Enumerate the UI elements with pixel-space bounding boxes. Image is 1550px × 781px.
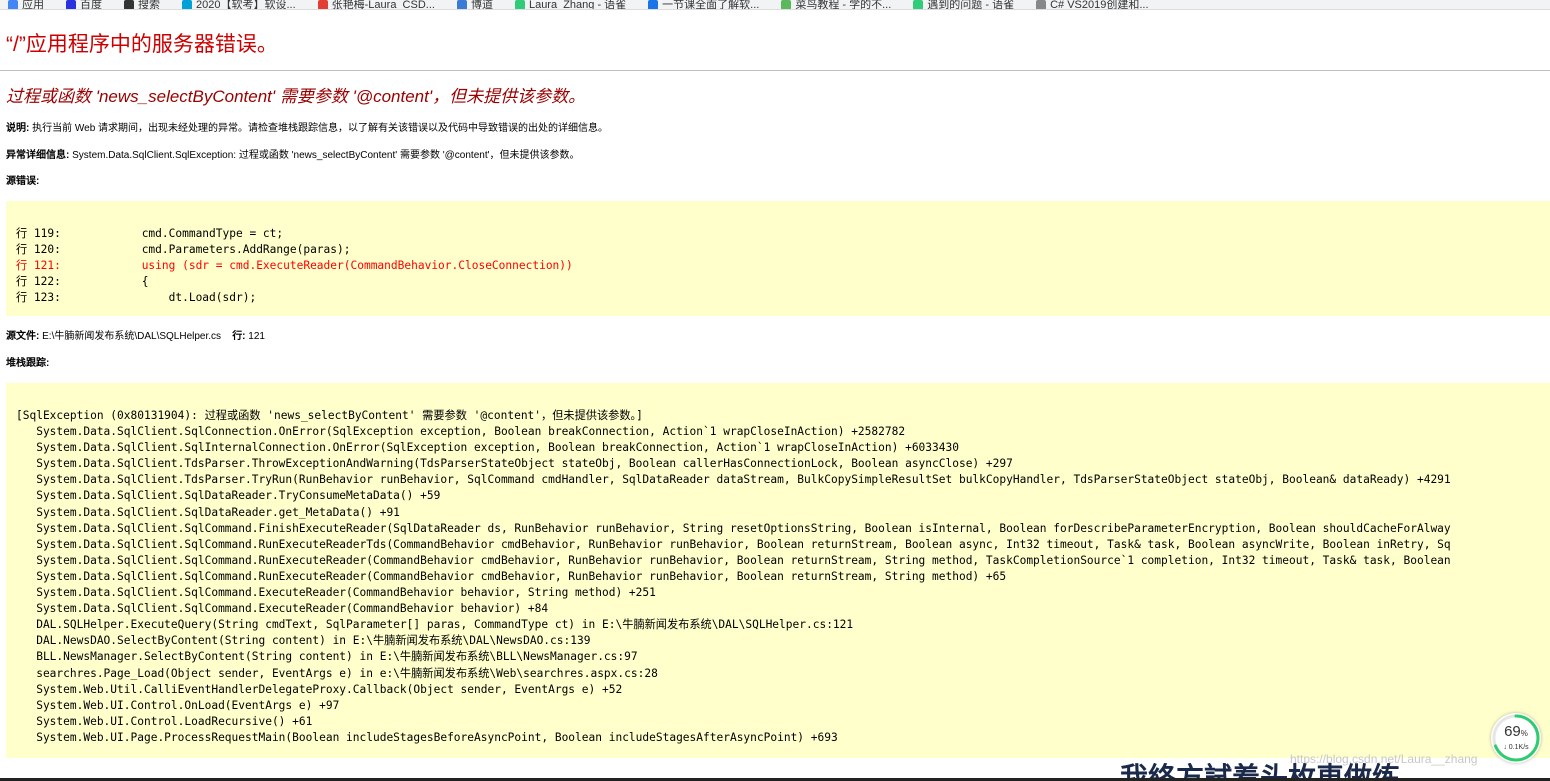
- bookmark-label: 搜索: [138, 0, 160, 10]
- source-error-heading: 源错误:: [6, 175, 39, 189]
- source-file-path: E:\牛腩新闻发布系统\DAL\SQLHelper.cs: [39, 331, 222, 342]
- bookmark-item[interactable]: 百度: [66, 0, 102, 10]
- bookmark-label: 一节课全面了解软...: [662, 0, 760, 10]
- stack-frame: System.Web.UI.Control.OnLoad(EventArgs e…: [16, 698, 340, 712]
- source-line-highlighted: 行 121: using (sdr = cmd.ExecuteReader(Co…: [16, 259, 573, 273]
- bookmark-label: 应用: [22, 0, 44, 10]
- exception-details: 异常详细信息: System.Data.SqlClient.SqlExcepti…: [6, 149, 580, 163]
- bookmark-label: C# VS2019创建和...: [1050, 0, 1149, 10]
- stack-frame: System.Data.SqlClient.SqlCommand.RunExec…: [16, 537, 1451, 551]
- stack-frame: System.Data.SqlClient.TdsParser.ThrowExc…: [16, 457, 1013, 471]
- bookmark-icon: [1036, 0, 1047, 9]
- bookmark-item[interactable]: 菜鸟教程 - 学的不...: [781, 0, 892, 10]
- bookmark-item[interactable]: 一节课全面了解软...: [648, 0, 760, 10]
- exception-text: System.Data.SqlClient.SqlException: 过程或函…: [69, 150, 580, 161]
- bookmark-label: 2020【软考】软设...: [196, 0, 296, 10]
- description-text: 执行当前 Web 请求期间，出现未经处理的异常。请检查堆栈跟踪信息，以了解有关该…: [29, 123, 609, 134]
- percent-unit: %: [1520, 729, 1528, 738]
- bookmark-icon: [781, 0, 792, 9]
- bookmark-item[interactable]: C# VS2019创建和...: [1036, 0, 1149, 10]
- stack-frame: [SqlException (0x80131904): 过程或函数 'news_…: [16, 409, 643, 422]
- line-number: 121: [245, 331, 265, 342]
- source-line: 行 123: dt.Load(sdr);: [16, 291, 257, 305]
- percent-value: 69: [1504, 723, 1521, 740]
- bookmark-icon: [66, 0, 76, 9]
- bookmarks-bar: 应用 百度 搜索 2020【软考】软设... 张艳梅-Laura_CSD... 博道 Lau…: [0, 0, 1550, 10]
- bookmark-label: 张艳梅-Laura_CSD...: [331, 0, 435, 10]
- speed-readout: ↓ 0.1K/s: [1503, 744, 1529, 751]
- page-title: “/”应用程序中的服务器错误。: [6, 33, 278, 56]
- stack-frame: System.Data.SqlClient.SqlCommand.RunExec…: [16, 553, 1451, 567]
- bookmark-label: Laura_Zhang - 语雀: [528, 0, 627, 10]
- bookmark-icon: [913, 0, 924, 9]
- source-error-label: 源错误:: [6, 176, 40, 187]
- bookmark-label: 博道: [470, 0, 493, 10]
- stack-frame: System.Data.SqlClient.SqlCommand.RunExec…: [16, 569, 1007, 583]
- stack-frame: System.Data.SqlClient.SqlCommand.Execute…: [16, 602, 549, 616]
- exception-label: 异常详细信息:: [6, 150, 70, 161]
- description-label: 说明:: [6, 123, 30, 134]
- stack-frame: System.Data.SqlClient.SqlCommand.FinishE…: [16, 521, 1451, 535]
- stack-frame: System.Data.SqlClient.SqlInternalConnect…: [16, 441, 959, 455]
- title-divider: [0, 70, 1550, 71]
- bookmark-item[interactable]: 张艳梅-Laura_CSD...: [317, 0, 435, 10]
- bookmark-item[interactable]: 博道: [456, 0, 493, 10]
- bookmark-icon: [648, 0, 659, 9]
- stack-frame: System.Web.UI.Page.ProcessRequestMain(Bo…: [16, 730, 838, 744]
- source-code-block: 行 119: cmd.CommandType = ct; 行 120: cmd.P…: [6, 201, 1550, 316]
- description: 说明: 执行当前 Web 请求期间，出现未经处理的异常。请检查堆栈跟踪信息，以了…: [6, 122, 608, 136]
- source-line: 行 119: cmd.CommandType = ct;: [16, 227, 284, 240]
- percent-readout: 69%: [1491, 724, 1541, 742]
- bookmark-label: 百度: [80, 0, 102, 10]
- bookmark-item[interactable]: 2020【软考】软设...: [182, 0, 296, 10]
- stack-frame: System.Web.Util.CalliEventHandlerDelegat…: [16, 682, 623, 696]
- bookmark-label: 菜鸟教程 - 学的不...: [795, 0, 892, 10]
- stack-frame: System.Web.UI.Control.LoadRecursive() +6…: [16, 714, 313, 728]
- stack-frame: DAL.SQLHelper.ExecuteQuery(String cmdTex…: [16, 618, 854, 632]
- bookmark-icon: [514, 0, 525, 9]
- bookmark-label: 遇到的问题 - 语雀: [927, 0, 1015, 10]
- bookmark-icon: [8, 0, 18, 9]
- network-speed-widget[interactable]: 69% ↓ 0.1K/s: [1491, 713, 1541, 763]
- source-file-label: 源文件:: [6, 331, 40, 342]
- source-line: 行 120: cmd.Parameters.AddRange(paras);: [16, 243, 351, 257]
- stack-frame: System.Data.SqlClient.SqlDataReader.get_…: [16, 505, 400, 519]
- bookmark-icon: [317, 0, 328, 9]
- bookmark-icon: [182, 0, 192, 9]
- stack-trace-heading: 堆栈跟踪:: [6, 357, 49, 371]
- error-message: 过程或函数 'news_selectByContent' 需要参数 '@cont…: [6, 87, 586, 106]
- source-file-info: 源文件: E:\牛腩新闻发布系统\DAL\SQLHelper.cs 行: 121: [6, 330, 265, 344]
- stack-trace-block: [SqlException (0x80131904): 过程或函数 'news_…: [6, 383, 1550, 758]
- stack-frame: System.Data.SqlClient.SqlCommand.Execute…: [16, 586, 656, 600]
- stack-frame: searchres.Page_Load(Object sender, Event…: [16, 666, 658, 680]
- stack-frame: System.Data.SqlClient.SqlDataReader.TryC…: [16, 489, 441, 503]
- stack-frame: DAL.NewsDAO.SelectByContent(String conte…: [16, 634, 591, 648]
- bookmark-item[interactable]: 搜索: [124, 0, 160, 10]
- line-label: 行:: [232, 331, 246, 342]
- bookmark-item[interactable]: Laura_Zhang - 语雀: [514, 0, 627, 10]
- stack-frame: System.Data.SqlClient.TdsParser.TryRun(R…: [16, 473, 1451, 487]
- bookmark-item[interactable]: 遇到的问题 - 语雀: [913, 0, 1015, 10]
- bookmark-icon: [456, 0, 467, 9]
- stack-frame: System.Data.SqlClient.SqlConnection.OnEr…: [16, 425, 906, 439]
- error-page: “/”应用程序中的服务器错误。: [6, 32, 1550, 58]
- bookmark-item[interactable]: 应用: [8, 0, 44, 10]
- stack-frame: BLL.NewsManager.SelectByContent(String c…: [16, 650, 638, 664]
- bookmark-icon: [124, 0, 134, 9]
- source-line: 行 122: {: [16, 275, 149, 289]
- stack-trace-label: 堆栈跟踪:: [6, 358, 50, 369]
